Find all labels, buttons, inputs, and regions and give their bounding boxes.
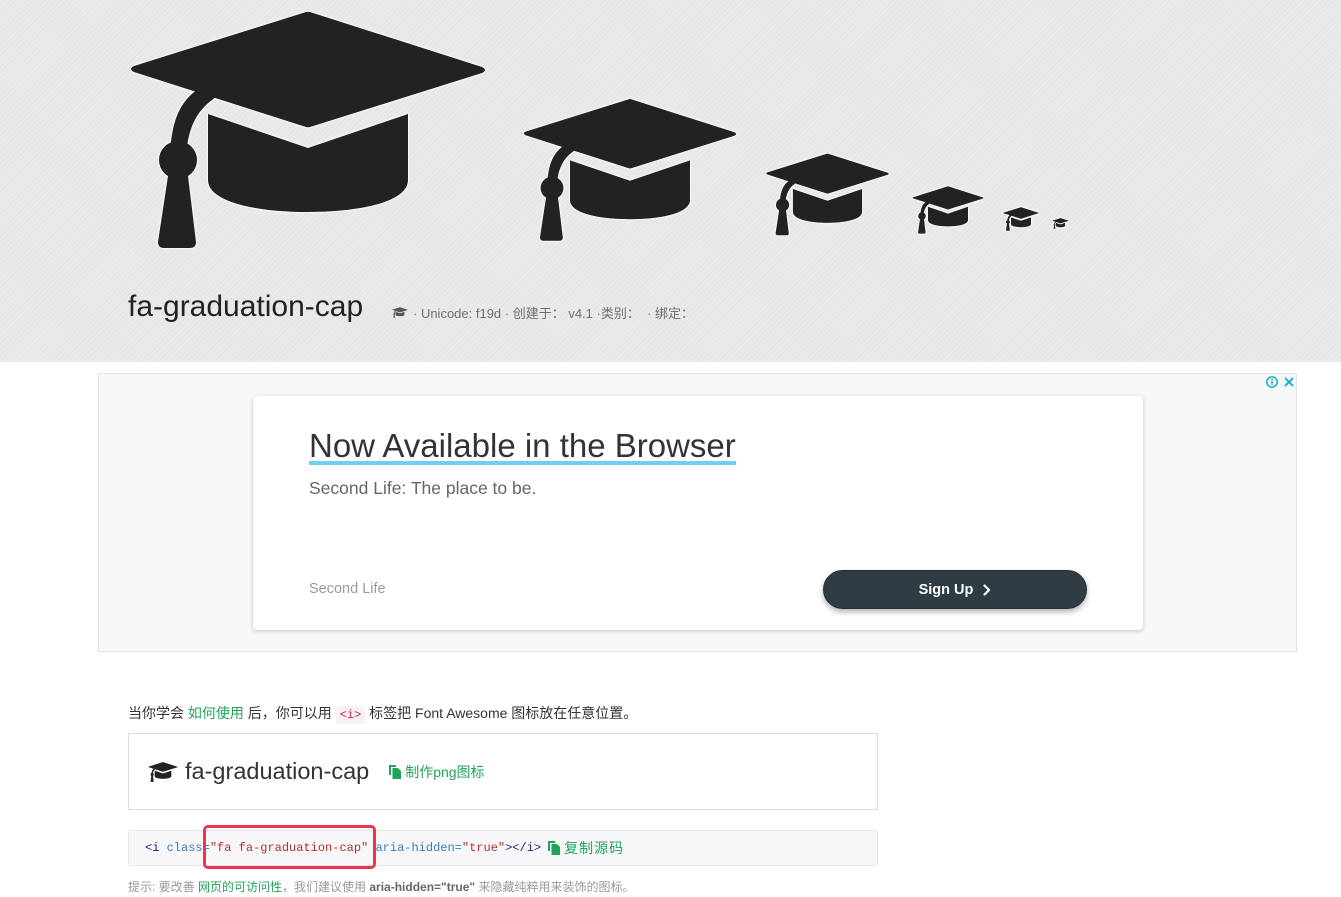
ad-container: Now Available in the Browser Second Life… <box>98 373 1297 652</box>
code-token-attr: class= <box>159 841 210 855</box>
make-png-link[interactable]: 制作png图标 <box>389 762 485 782</box>
page-title: fa-graduation-cap <box>128 290 364 323</box>
chevron-right-icon <box>983 583 991 596</box>
graduation-cap-icon <box>1003 207 1039 231</box>
intro-text: 标签把 Font Awesome 图标放在任意位置。 <box>365 705 638 721</box>
tip-text: 提示: 要改善 <box>128 880 199 894</box>
intro-text: 后，你可以用 <box>243 705 336 721</box>
accessibility-link[interactable]: 网页的可访问性 <box>198 880 282 894</box>
copy-source-label: 复制源码 <box>564 840 625 856</box>
icon-meta: · Unicode: f19d · 创建于： v4.1 ·类别： · 绑定： <box>392 303 694 321</box>
tip-text: ，我们建议使用 <box>282 880 370 894</box>
copy-source-link[interactable]: 复制源码 <box>548 838 624 858</box>
graduation-cap-icon <box>912 186 984 234</box>
page: fa-graduation-cap · Unicode: f19d · 创建于：… <box>0 0 1341 897</box>
graduation-cap-icon <box>522 98 738 242</box>
code-token-value: "true" <box>461 841 506 855</box>
graduation-cap-icon <box>765 153 890 236</box>
ad-subtitle: Second Life: The place to be. <box>309 478 537 498</box>
info-icon[interactable] <box>1266 376 1278 388</box>
close-icon[interactable] <box>1283 376 1295 388</box>
how-to-use-link[interactable]: 如何使用 <box>188 705 244 721</box>
sign-up-button[interactable]: Sign Up <box>823 570 1087 609</box>
graduation-cap-icon <box>148 762 178 782</box>
icon-hero: fa-graduation-cap · Unicode: f19d · 创建于：… <box>0 0 1341 362</box>
make-png-label: 制作png图标 <box>405 763 485 780</box>
code-token-value: "fa fa-graduation-cap" <box>209 841 369 855</box>
copy-icon <box>548 841 560 855</box>
code-snippet: <i class="fa fa-graduation-cap" aria-hid… <box>128 830 878 866</box>
usage-intro: 当你学会 如何使用 后，你可以用 <i> 标签把 Font Awesome 图标… <box>128 703 637 725</box>
code-text[interactable]: <i class="fa fa-graduation-cap" aria-hid… <box>145 841 541 855</box>
code-token-tag: ></i> <box>505 841 542 855</box>
sign-up-label: Sign Up <box>918 581 974 598</box>
example-icon-name: fa-graduation-cap <box>185 758 370 784</box>
intro-text: 当你学会 <box>128 705 188 721</box>
tip-code: aria-hidden="true" <box>369 880 476 894</box>
ad-headline[interactable]: Now Available in the Browser <box>309 429 736 465</box>
ad-card[interactable]: Now Available in the Browser Second Life… <box>253 396 1143 630</box>
code-token-attr: aria-hidden= <box>368 841 462 855</box>
icon-meta-text: · Unicode: f19d · 创建于： v4.1 ·类别： · 绑定： <box>413 305 695 321</box>
ad-advertiser: Second Life <box>309 581 386 597</box>
tip-text: 来隐藏纯粹用来装饰的图标。 <box>475 880 635 894</box>
code-token-tag: <i <box>145 841 160 855</box>
graduation-cap-icon <box>128 10 488 250</box>
icon-example: fa-graduation-cap 制作png图标 <box>128 733 878 810</box>
graduation-cap-icon <box>392 307 408 318</box>
accessibility-tip: 提示: 要改善 网页的可访问性，我们建议使用 aria-hidden="true… <box>128 879 634 895</box>
copy-icon <box>389 765 401 779</box>
inline-code-tag: <i> <box>335 706 366 724</box>
graduation-cap-icon <box>1052 218 1069 229</box>
